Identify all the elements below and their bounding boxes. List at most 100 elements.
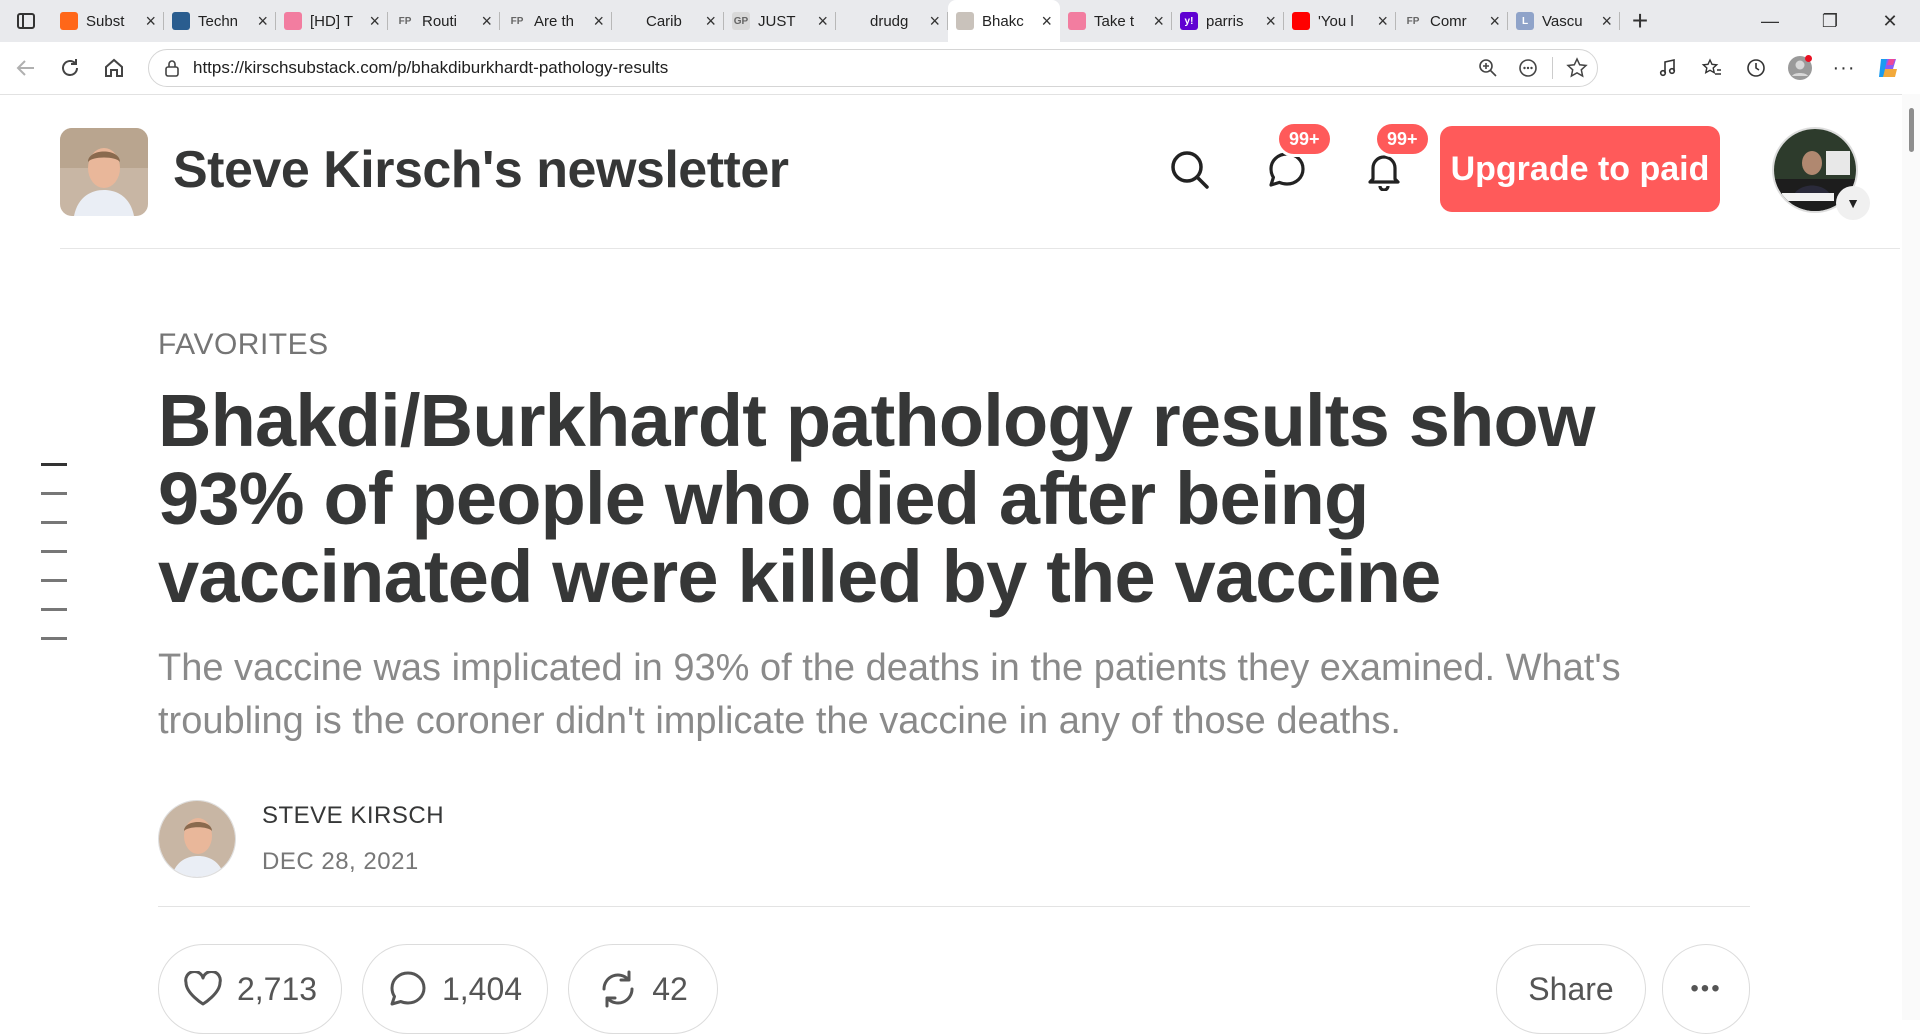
tab-close-icon[interactable]: × (929, 12, 940, 30)
tab-favicon-icon (1068, 12, 1086, 30)
favorite-star-icon[interactable] (1557, 57, 1597, 79)
browser-tab[interactable]: GP JUST × (724, 0, 836, 42)
table-of-contents-rail[interactable] (41, 463, 67, 666)
post-date: DEC 28, 2021 (262, 848, 419, 875)
refresh-button[interactable] (48, 46, 92, 90)
like-button[interactable]: 2,713 (158, 944, 342, 1034)
favorites-button[interactable] (1690, 46, 1734, 90)
copilot-button[interactable] (1866, 46, 1910, 90)
close-window-button[interactable]: ✕ (1860, 0, 1920, 42)
author-portrait-image (60, 128, 148, 216)
back-button[interactable] (4, 46, 48, 90)
window-controls: — ❐ ✕ (1740, 0, 1920, 42)
browser-tab[interactable]: L Vascu × (1508, 0, 1620, 42)
browser-tab[interactable]: [HD] T × (276, 0, 388, 42)
extensions-button[interactable] (1646, 46, 1690, 90)
tab-title: Are th (534, 12, 575, 30)
zoom-icon[interactable] (1468, 58, 1508, 78)
browser-tab[interactable]: Bhakc × (948, 0, 1060, 42)
comment-count: 1,404 (441, 970, 523, 1007)
header-divider (158, 906, 1750, 907)
tab-close-icon[interactable]: × (1377, 12, 1388, 30)
toc-line[interactable] (41, 463, 67, 466)
tab-actions-button[interactable] (0, 0, 52, 42)
scrollbar-thumb[interactable] (1909, 108, 1914, 152)
site-header: Steve Kirsch's newsletter 99+ 99+ Upgrad… (60, 94, 1900, 249)
profile-button[interactable] (1778, 46, 1822, 90)
tab-close-icon[interactable]: × (817, 12, 828, 30)
history-button[interactable] (1734, 46, 1778, 90)
tab-title: Bhakc (982, 12, 1024, 30)
more-options-button[interactable]: ••• (1662, 944, 1750, 1034)
share-label: Share (1528, 970, 1614, 1007)
browser-tab[interactable]: 'You l × (1284, 0, 1396, 42)
toc-line[interactable] (41, 579, 67, 582)
tab-close-icon[interactable]: × (1041, 12, 1052, 30)
author-avatar[interactable] (158, 800, 236, 878)
browser-tab[interactable]: FP Comr × (1396, 0, 1508, 42)
tab-close-icon[interactable]: × (257, 12, 268, 30)
toc-line[interactable] (41, 492, 67, 495)
new-tab-button[interactable]: + (1620, 0, 1660, 42)
comments-button[interactable]: 1,404 (362, 944, 548, 1034)
tab-close-icon[interactable]: × (1265, 12, 1276, 30)
browser-tab[interactable]: FP Routi × (388, 0, 500, 42)
read-aloud-icon[interactable] (1508, 58, 1548, 78)
minimize-button[interactable]: — (1740, 0, 1800, 42)
chat-badge: 99+ (1276, 121, 1333, 157)
tab-close-icon[interactable]: × (1153, 12, 1164, 30)
notifications-badge: 99+ (1374, 121, 1431, 157)
search-button[interactable] (1164, 144, 1216, 196)
browser-tab[interactable]: Take t × (1060, 0, 1172, 42)
toc-line[interactable] (41, 637, 67, 640)
upgrade-to-paid-button[interactable]: Upgrade to paid (1440, 126, 1720, 212)
site-info-icon[interactable] (163, 59, 181, 77)
tab-title: Carib (646, 12, 682, 30)
site-title[interactable]: Steve Kirsch's newsletter (173, 140, 789, 200)
tab-title: Take t (1094, 12, 1135, 30)
tab-title: Techn (198, 12, 239, 30)
history-icon (1747, 59, 1765, 77)
restack-button[interactable]: 42 (568, 944, 718, 1034)
copilot-icon (1879, 59, 1897, 77)
home-button[interactable] (92, 46, 136, 90)
tab-close-icon[interactable]: × (145, 12, 156, 30)
toc-line[interactable] (41, 521, 67, 524)
tab-close-icon[interactable]: × (1601, 12, 1612, 30)
browser-tab[interactable]: y! parris × (1172, 0, 1284, 42)
tab-favicon-icon (620, 12, 638, 30)
tab-close-icon[interactable]: × (369, 12, 380, 30)
author-name[interactable]: STEVE KIRSCH (262, 802, 444, 830)
tab-close-icon[interactable]: × (705, 12, 716, 30)
page-scrollbar[interactable] (1902, 94, 1920, 1020)
address-bar[interactable]: https://kirschsubstack.com/p/bhakdiburkh… (148, 49, 1598, 87)
restore-button[interactable]: ❐ (1800, 0, 1860, 42)
tab-close-icon[interactable]: × (593, 12, 604, 30)
settings-more-button[interactable]: ··· (1822, 46, 1866, 90)
tab-favicon-icon (60, 12, 78, 30)
more-options-icon: ••• (1690, 975, 1722, 1002)
comment-bubble-icon (390, 971, 426, 1006)
tab-close-icon[interactable]: × (481, 12, 492, 30)
account-menu-toggle[interactable]: ▼ (1836, 186, 1870, 220)
heart-icon (184, 971, 222, 1006)
browser-tab[interactable]: Techn × (164, 0, 276, 42)
site-logo[interactable] (60, 128, 148, 216)
refresh-icon (62, 59, 78, 76)
tab-title: parris (1206, 12, 1244, 30)
toc-line[interactable] (41, 550, 67, 553)
url-text[interactable]: https://kirschsubstack.com/p/bhakdiburkh… (193, 58, 1468, 78)
browser-tab[interactable]: Subst × (52, 0, 164, 42)
browser-tab-bar: Subst × Techn × [HD] T × FP Routi × FP Are th × Cari… (0, 0, 1920, 42)
browser-tab[interactable]: drudg × (836, 0, 948, 42)
tab-favicon-icon (1292, 12, 1310, 30)
browser-tab[interactable]: Carib × (612, 0, 724, 42)
tab-close-icon[interactable]: × (1489, 12, 1500, 30)
browser-tab[interactable]: FP Are th × (500, 0, 612, 42)
tab-favicon-icon: FP (396, 12, 414, 30)
tab-favicon-icon: FP (1404, 12, 1422, 30)
toc-line[interactable] (41, 608, 67, 611)
share-button[interactable]: Share (1496, 944, 1646, 1034)
section-label[interactable]: FAVORITES (158, 328, 1758, 362)
tab-title: Vascu (1542, 12, 1583, 30)
